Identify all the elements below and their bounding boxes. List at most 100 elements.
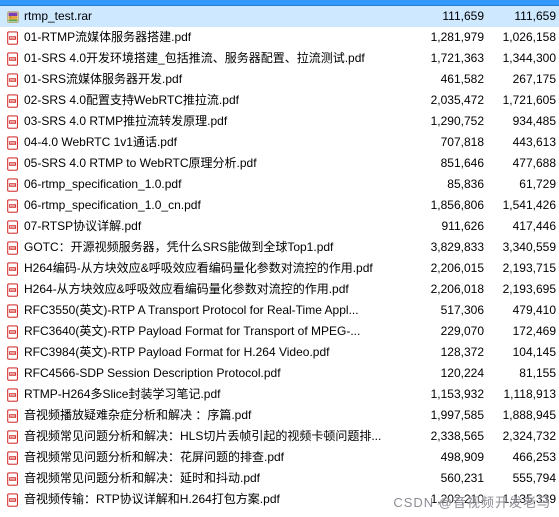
file-packed-size: 1,118,913 [490, 384, 558, 405]
file-packed-size: 443,613 [490, 132, 558, 153]
file-row[interactable]: 音视频常见问题分析和解决：花屏问题的排查.pdf498,909466,253 [0, 447, 559, 468]
pdf-icon [4, 262, 22, 276]
file-name: 音视频传输：RTP协议详解和H.264打包方案.pdf [22, 489, 422, 510]
pdf-icon [4, 451, 22, 465]
file-row[interactable]: RFC3640(英文)-RTP Payload Format for Trans… [0, 321, 559, 342]
file-size: 3,829,833 [422, 237, 490, 258]
file-row[interactable]: 06-rtmp_specification_1.0.pdf85,83661,72… [0, 174, 559, 195]
file-row[interactable]: GOTC：开源视频服务器，凭什么SRS能做到全球Top1.pdf3,829,83… [0, 237, 559, 258]
file-size: 1,153,932 [422, 384, 490, 405]
file-size: 1,997,585 [422, 405, 490, 426]
file-size: 1,281,979 [422, 27, 490, 48]
file-packed-size: 267,175 [490, 69, 558, 90]
file-size: 85,836 [422, 174, 490, 195]
file-name: 01-RTMP流媒体服务器搭建.pdf [22, 27, 422, 48]
file-packed-size: 1,888,945 [490, 405, 558, 426]
file-row[interactable]: 05-SRS 4.0 RTMP to WebRTC原理分析.pdf851,646… [0, 153, 559, 174]
file-row[interactable]: 03-SRS 4.0 RTMP推拉流转发原理.pdf1,290,752934,4… [0, 111, 559, 132]
file-row[interactable]: 音视频播放疑难杂症分析和解决 ：序篇.pdf1,997,5851,888,945 [0, 405, 559, 426]
file-packed-size: 1,721,605 [490, 90, 558, 111]
archive-icon [4, 10, 22, 24]
file-size: 851,646 [422, 153, 490, 174]
pdf-icon [4, 115, 22, 129]
file-packed-size: 1,135,339 [490, 489, 558, 510]
file-size: 707,818 [422, 132, 490, 153]
file-packed-size: 104,145 [490, 342, 558, 363]
file-row[interactable]: H264编码-从方块效应&呼吸效应看编码量化参数对流控的作用.pdf2,206,… [0, 258, 559, 279]
file-row[interactable]: 02-SRS 4.0配置支持WebRTC推拉流.pdf2,035,4721,72… [0, 90, 559, 111]
pdf-icon [4, 304, 22, 318]
file-row[interactable]: RFC4566-SDP Session Description Protocol… [0, 363, 559, 384]
file-packed-size: 555,794 [490, 468, 558, 489]
file-name: 音视频常见问题分析和解决：花屏问题的排查.pdf [22, 447, 422, 468]
file-name: H264-从方块效应&呼吸效应看编码量化参数对流控的作用.pdf [22, 279, 422, 300]
file-size: 120,224 [422, 363, 490, 384]
file-row[interactable]: RTMP-H264多Slice封装学习笔记.pdf1,153,9321,118,… [0, 384, 559, 405]
file-packed-size: 81,155 [490, 363, 558, 384]
file-name: RFC3984(英文)-RTP Payload Format for H.264… [22, 342, 422, 363]
file-size: 1,202,210 [422, 489, 490, 510]
file-row[interactable]: 01-SRS 4.0开发环境搭建_包括推流、服务器配置、拉流测试.pdf1,72… [0, 48, 559, 69]
file-size: 128,372 [422, 342, 490, 363]
file-row[interactable]: rtmp_test.rar111,659111,659 [0, 6, 559, 27]
file-name: 05-SRS 4.0 RTMP to WebRTC原理分析.pdf [22, 153, 422, 174]
file-row[interactable]: H264-从方块效应&呼吸效应看编码量化参数对流控的作用.pdf2,206,01… [0, 279, 559, 300]
file-name: 06-rtmp_specification_1.0_cn.pdf [22, 195, 422, 216]
file-size: 2,338,565 [422, 426, 490, 447]
file-row[interactable]: 音视频传输：RTP协议详解和H.264打包方案.pdf1,202,2101,13… [0, 489, 559, 510]
file-row[interactable]: 01-SRS流媒体服务器开发.pdf461,582267,175 [0, 69, 559, 90]
file-row[interactable]: 01-RTMP流媒体服务器搭建.pdf1,281,9791,026,158 [0, 27, 559, 48]
pdf-icon [4, 94, 22, 108]
file-size: 911,626 [422, 216, 490, 237]
file-size: 2,035,472 [422, 90, 490, 111]
file-size: 1,856,806 [422, 195, 490, 216]
pdf-icon [4, 430, 22, 444]
file-size: 517,306 [422, 300, 490, 321]
file-packed-size: 1,026,158 [490, 27, 558, 48]
file-name: RTMP-H264多Slice封装学习笔记.pdf [22, 384, 422, 405]
file-name: 01-SRS 4.0开发环境搭建_包括推流、服务器配置、拉流测试.pdf [22, 48, 422, 69]
file-name: 01-SRS流媒体服务器开发.pdf [22, 69, 422, 90]
file-name: H264编码-从方块效应&呼吸效应看编码量化参数对流控的作用.pdf [22, 258, 422, 279]
file-packed-size: 479,410 [490, 300, 558, 321]
file-size: 1,721,363 [422, 48, 490, 69]
pdf-icon [4, 325, 22, 339]
file-name: 07-RTSP协议详解.pdf [22, 216, 422, 237]
file-packed-size: 172,469 [490, 321, 558, 342]
pdf-icon [4, 241, 22, 255]
file-name: 音视频常见问题分析和解决：HLS切片丢帧引起的视频卡顿问题排... [22, 426, 422, 447]
file-name: 02-SRS 4.0配置支持WebRTC推拉流.pdf [22, 90, 422, 111]
file-packed-size: 61,729 [490, 174, 558, 195]
file-list[interactable]: rtmp_test.rar111,659111,65901-RTMP流媒体服务器… [0, 6, 559, 510]
file-size: 560,231 [422, 468, 490, 489]
pdf-icon [4, 136, 22, 150]
file-row[interactable]: 07-RTSP协议详解.pdf911,626417,446 [0, 216, 559, 237]
file-packed-size: 2,193,715 [490, 258, 558, 279]
file-size: 1,290,752 [422, 111, 490, 132]
file-packed-size: 2,193,695 [490, 279, 558, 300]
file-name: GOTC：开源视频服务器，凭什么SRS能做到全球Top1.pdf [22, 237, 422, 258]
file-row[interactable]: 04-4.0 WebRTC 1v1通话.pdf707,818443,613 [0, 132, 559, 153]
pdf-icon [4, 346, 22, 360]
pdf-icon [4, 388, 22, 402]
file-row[interactable]: 06-rtmp_specification_1.0_cn.pdf1,856,80… [0, 195, 559, 216]
file-packed-size: 477,688 [490, 153, 558, 174]
file-packed-size: 1,541,426 [490, 195, 558, 216]
pdf-icon [4, 52, 22, 66]
file-size: 498,909 [422, 447, 490, 468]
file-row[interactable]: 音视频常见问题分析和解决：HLS切片丢帧引起的视频卡顿问题排...2,338,5… [0, 426, 559, 447]
file-packed-size: 1,344,300 [490, 48, 558, 69]
file-name: 06-rtmp_specification_1.0.pdf [22, 174, 422, 195]
pdf-icon [4, 367, 22, 381]
file-row[interactable]: RFC3984(英文)-RTP Payload Format for H.264… [0, 342, 559, 363]
file-packed-size: 466,253 [490, 447, 558, 468]
file-size: 229,070 [422, 321, 490, 342]
pdf-icon [4, 178, 22, 192]
file-name: RFC3640(英文)-RTP Payload Format for Trans… [22, 321, 422, 342]
file-name: rtmp_test.rar [22, 6, 422, 27]
file-row[interactable]: 音视频常见问题分析和解决：延时和抖动.pdf560,231555,794 [0, 468, 559, 489]
pdf-icon [4, 199, 22, 213]
file-row[interactable]: RFC3550(英文)-RTP A Transport Protocol for… [0, 300, 559, 321]
pdf-icon [4, 73, 22, 87]
pdf-icon [4, 493, 22, 507]
